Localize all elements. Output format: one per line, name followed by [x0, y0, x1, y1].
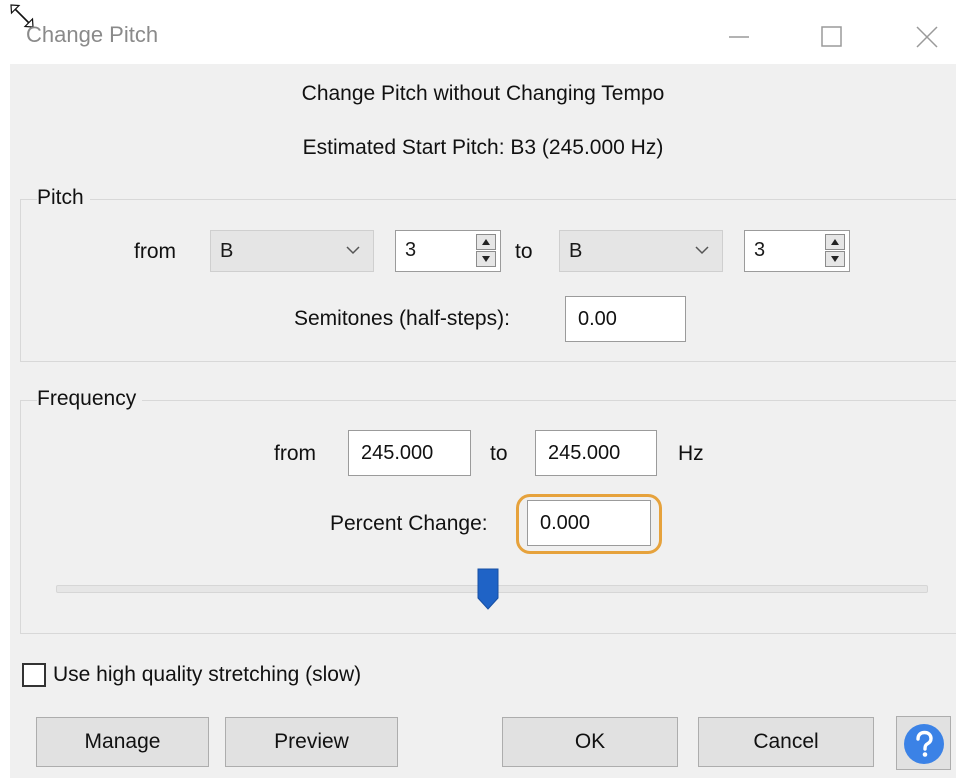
frequency-unit-label: Hz	[678, 442, 704, 465]
dialog-heading: Change Pitch without Changing Tempo	[301, 82, 665, 105]
pitch-to-octave-value: 3	[754, 239, 766, 261]
triangle-up-icon	[831, 239, 839, 245]
percent-change-field[interactable]	[528, 501, 650, 545]
triangle-down-icon	[482, 256, 490, 262]
ok-button[interactable]: OK	[502, 717, 678, 767]
help-icon	[904, 724, 944, 764]
frequency-from-input[interactable]	[348, 430, 471, 476]
dialog-body: Change Pitch without Changing Tempo Esti…	[10, 64, 956, 778]
pitch-to-note-value: B	[569, 240, 583, 262]
preview-button[interactable]: Preview	[225, 717, 398, 767]
spinner-buttons	[476, 234, 496, 268]
frequency-to-label: to	[490, 442, 508, 465]
pitch-from-octave-spinner[interactable]: 3	[395, 230, 501, 272]
spin-down-button[interactable]	[476, 251, 496, 267]
semitones-input[interactable]	[565, 296, 686, 342]
frequency-from-label: from	[274, 442, 316, 465]
spin-up-button[interactable]	[825, 234, 845, 250]
window-title: Change Pitch	[26, 22, 159, 47]
cancel-button[interactable]: Cancel	[698, 717, 874, 767]
pitch-to-note-select[interactable]: B	[559, 230, 723, 272]
pitch-group: Pitch	[20, 186, 956, 362]
frequency-to-field[interactable]	[536, 431, 656, 475]
frequency-to-input[interactable]	[535, 430, 657, 476]
pitch-from-octave-value: 3	[405, 239, 417, 261]
pitch-from-note-select[interactable]: B	[210, 230, 374, 272]
title-bar: Change Pitch	[0, 0, 956, 64]
pitch-to-octave-spinner[interactable]: 3	[744, 230, 850, 272]
pitch-from-note-value: B	[220, 240, 234, 262]
pitch-from-label: from	[134, 240, 176, 263]
spin-down-button[interactable]	[825, 251, 845, 267]
high-quality-checkbox[interactable]	[22, 663, 46, 687]
manage-button[interactable]: Manage	[36, 717, 209, 767]
chevron-down-icon	[346, 246, 360, 255]
maximize-icon[interactable]	[817, 22, 847, 52]
pitch-to-label: to	[515, 240, 533, 263]
triangle-down-icon	[831, 256, 839, 262]
minimize-icon[interactable]	[725, 22, 755, 52]
slider-thumb[interactable]	[477, 568, 499, 610]
spinner-buttons	[825, 234, 845, 268]
percent-change-input[interactable]	[527, 500, 651, 546]
high-quality-label[interactable]: Use high quality stretching (slow)	[53, 663, 361, 687]
estimated-pitch-label: Estimated Start Pitch: B3 (245.000 Hz)	[302, 136, 664, 159]
help-button[interactable]	[896, 716, 951, 770]
semitones-field[interactable]	[566, 297, 685, 341]
percent-change-label: Percent Change:	[330, 512, 488, 535]
frequency-from-field[interactable]	[349, 431, 470, 475]
frequency-group-label: Frequency	[37, 387, 143, 411]
pitch-group-label: Pitch	[37, 186, 90, 210]
chevron-down-icon	[695, 246, 709, 255]
change-pitch-window: Change Pitch Change Pitch without Changi…	[0, 0, 956, 778]
triangle-up-icon	[482, 239, 490, 245]
close-icon[interactable]	[912, 22, 942, 52]
semitones-label: Semitones (half-steps):	[294, 307, 510, 330]
spin-up-button[interactable]	[476, 234, 496, 250]
